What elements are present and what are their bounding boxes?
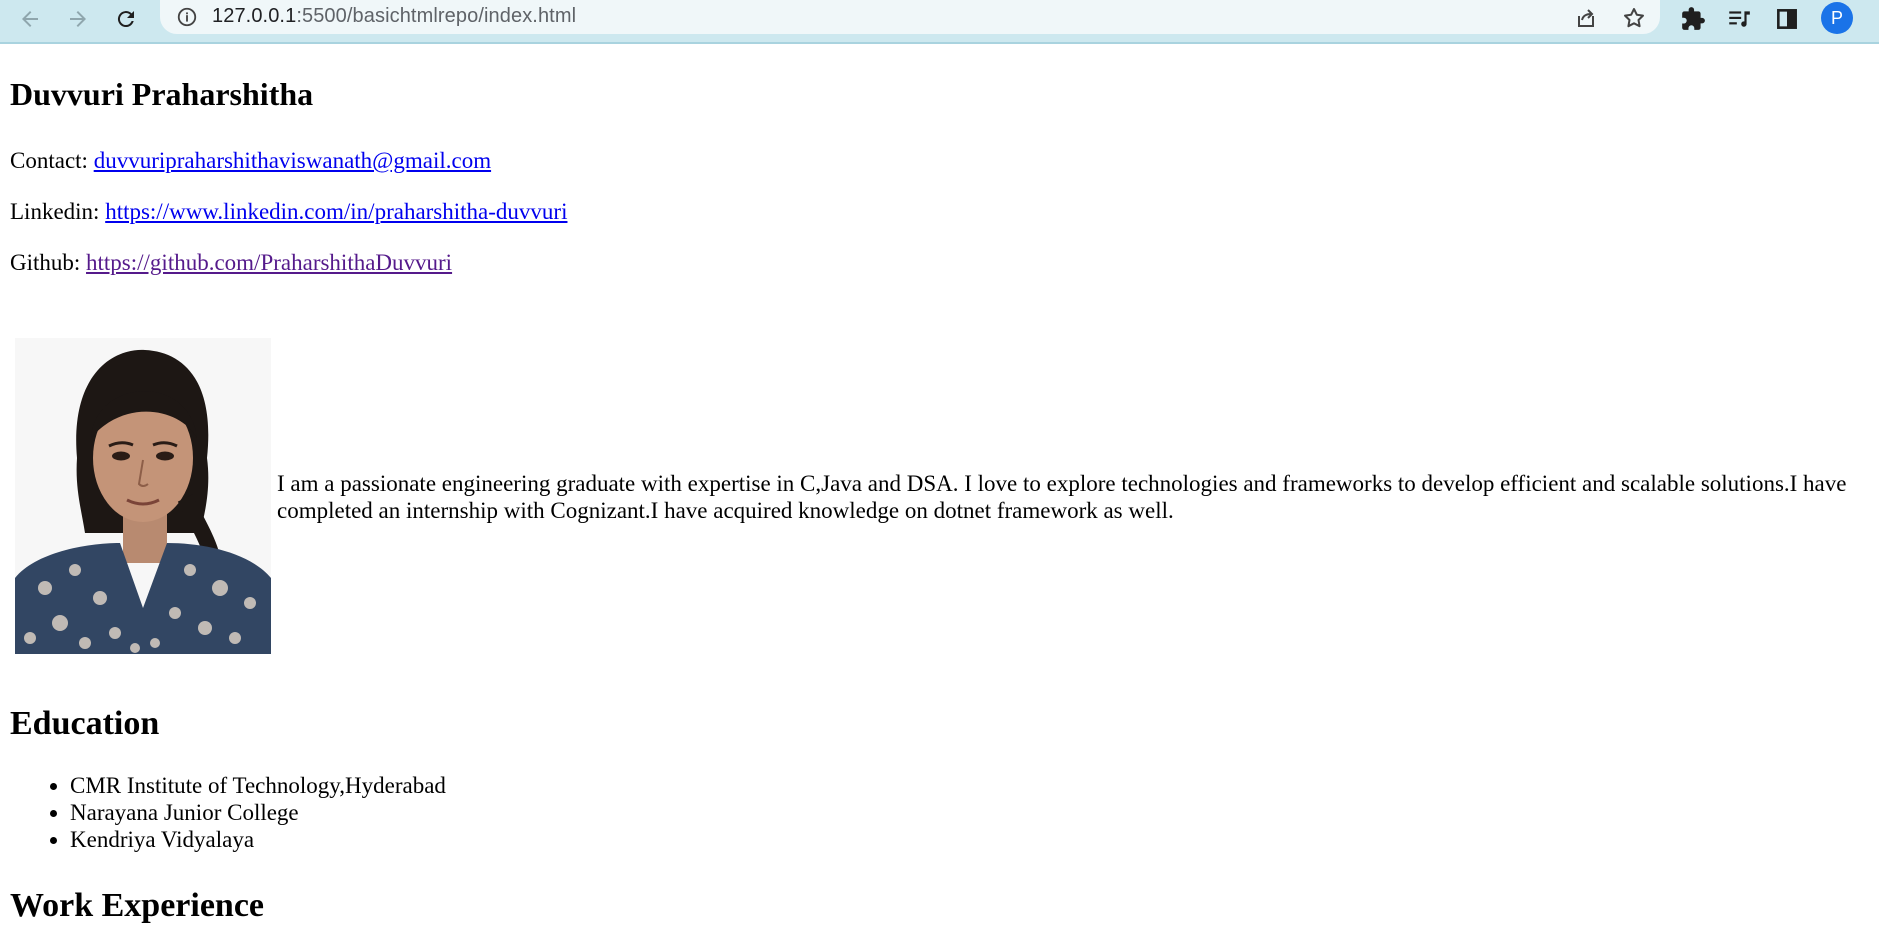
list-item: CMR Institute of Technology,Hyderabad <box>70 772 446 799</box>
list-item: Narayana Junior College <box>70 799 446 826</box>
github-link[interactable]: https://github.com/PraharshithaDuvvuri <box>86 250 452 275</box>
url-text[interactable]: 127.0.0.1:5500/basichtmlrepo/index.html <box>212 5 576 28</box>
email-link[interactable]: duvvuripraharshithaviswanath@gmail.com <box>94 148 491 173</box>
contact-label: Contact: <box>10 148 94 173</box>
linkedin-line: Linkedin: https://www.linkedin.com/in/pr… <box>10 199 567 225</box>
contact-line: Contact: duvvuripraharshithaviswanath@gm… <box>10 148 491 174</box>
linkedin-link[interactable]: https://www.linkedin.com/in/praharshitha… <box>105 199 567 224</box>
profile-avatar[interactable]: P <box>1821 2 1853 34</box>
education-heading: Education <box>10 705 160 742</box>
forward-arrow-icon[interactable] <box>60 3 96 35</box>
url-host: 127.0.0.1 <box>212 5 297 27</box>
work-experience-heading: Work Experience <box>10 887 265 924</box>
education-list: CMR Institute of Technology,Hyderabad Na… <box>10 772 446 853</box>
address-bar[interactable]: 127.0.0.1:5500/basichtmlrepo/index.html <box>160 0 1660 34</box>
browser-toolbar: 127.0.0.1:5500/basichtmlrepo/index.html … <box>0 0 1879 44</box>
share-icon[interactable] <box>1571 4 1601 32</box>
reading-list-icon[interactable] <box>1722 3 1756 35</box>
reload-icon[interactable] <box>108 3 144 35</box>
profile-photo <box>15 338 271 654</box>
page-title: Duvvuri Praharshitha <box>10 76 314 112</box>
bio-paragraph: I am a passionate engineering graduate w… <box>277 471 1847 523</box>
back-arrow-icon[interactable] <box>12 3 48 35</box>
list-item: Kendriya Vidyalaya <box>70 826 446 853</box>
site-info-icon[interactable] <box>176 6 198 28</box>
extensions-puzzle-icon[interactable] <box>1676 3 1710 35</box>
bookmark-star-icon[interactable] <box>1619 4 1649 32</box>
side-panel-icon[interactable] <box>1770 3 1804 35</box>
github-label: Github: <box>10 250 87 275</box>
github-line: Github: https://github.com/PraharshithaD… <box>10 250 452 276</box>
linkedin-label: Linkedin: <box>10 199 106 224</box>
url-path: :5500/basichtmlrepo/index.html <box>296 5 577 27</box>
